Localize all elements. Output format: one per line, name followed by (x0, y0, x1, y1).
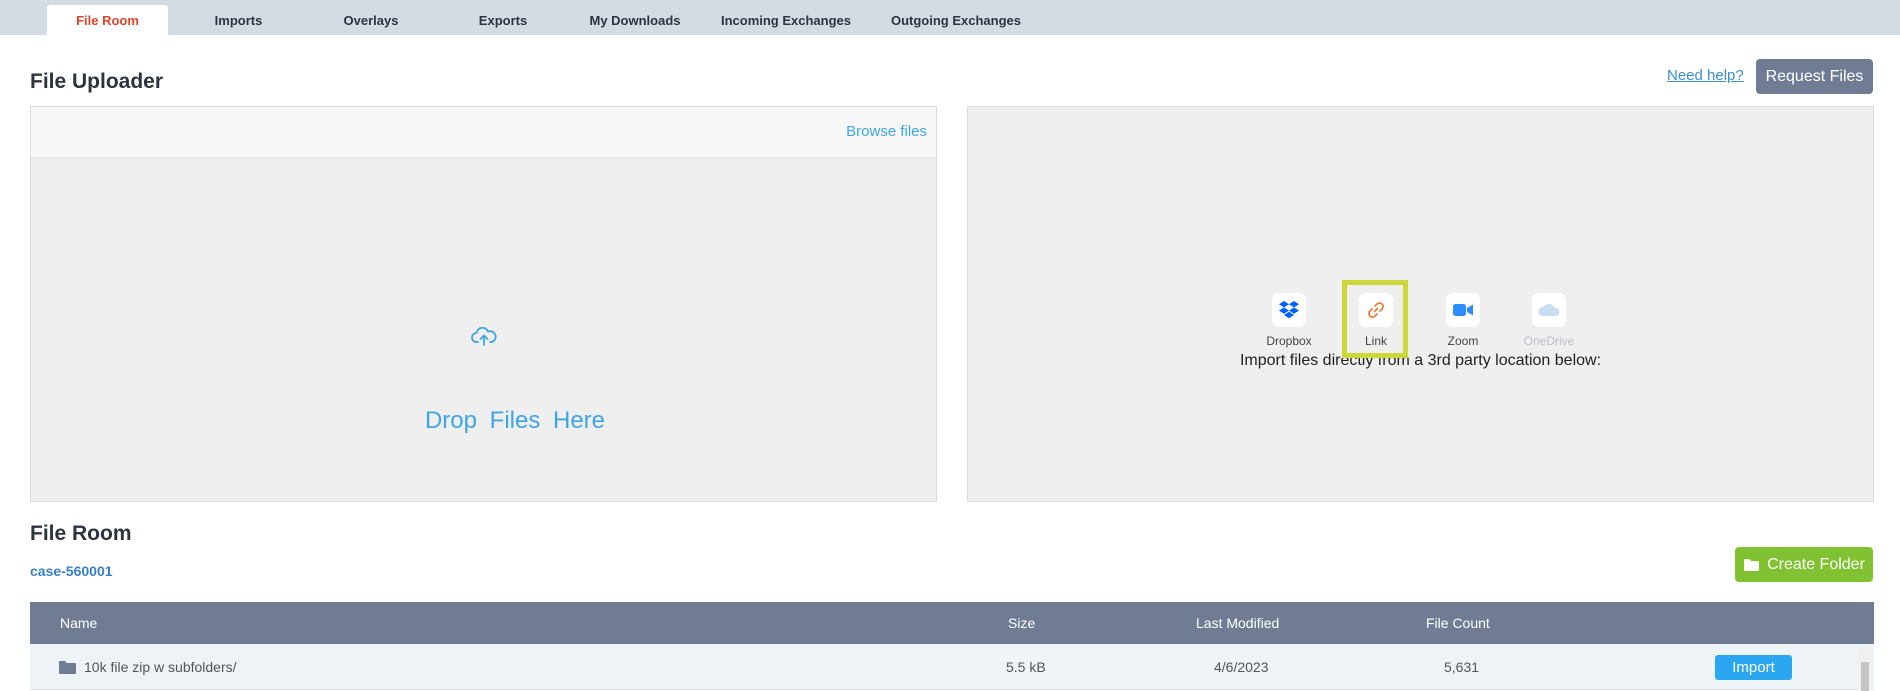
row-last-modified: 4/6/2023 (1214, 659, 1269, 675)
table-row[interactable]: 10k file zip w subfolders/ 5.5 kB 4/6/20… (30, 644, 1874, 691)
import-button[interactable]: Import (1715, 655, 1792, 680)
table-header: Name Size Last Modified File Count (30, 602, 1874, 644)
row-file-count: 5,631 (1444, 659, 1480, 675)
row-name[interactable]: 10k file zip w subfolders/ (84, 644, 237, 690)
file-drop-panel[interactable]: Browse files Drop Files Here (30, 106, 937, 502)
scrollbar-thumb[interactable] (1861, 662, 1869, 691)
link-source-highlight (1342, 280, 1408, 358)
tab-imports[interactable]: Imports (183, 5, 294, 35)
tab-bar: File Room Imports Overlays Exports My Do… (0, 0, 1900, 35)
create-folder-button[interactable]: Create Folder (1735, 547, 1873, 582)
tab-file-room[interactable]: File Room (47, 5, 168, 35)
column-last-modified[interactable]: Last Modified (1196, 602, 1279, 644)
folder-icon (1744, 558, 1760, 571)
tab-my-downloads[interactable]: My Downloads (580, 5, 690, 35)
create-folder-label: Create Folder (1767, 555, 1865, 573)
drop-files-label: Drop Files Here (424, 407, 606, 434)
folder-icon (59, 660, 76, 674)
tab-overlays[interactable]: Overlays (316, 5, 426, 35)
onedrive-label: OneDrive (1523, 334, 1575, 348)
source-dropbox[interactable]: Dropbox (1254, 293, 1324, 348)
tab-exports[interactable]: Exports (448, 5, 558, 35)
breadcrumb-case[interactable]: case-560001 (30, 563, 113, 579)
column-file-count[interactable]: File Count (1426, 602, 1490, 644)
uploader-title: File Uploader (30, 70, 164, 93)
column-name[interactable]: Name (60, 602, 97, 644)
need-help-link[interactable]: Need help? (1667, 67, 1744, 84)
column-size[interactable]: Size (1008, 602, 1035, 644)
source-zoom[interactable]: Zoom (1428, 293, 1498, 348)
third-party-import-panel: Import files directly from a 3rd party l… (967, 106, 1874, 502)
onedrive-icon (1532, 293, 1566, 327)
file-room-title: File Room (30, 522, 132, 545)
import-prompt: Import files directly from a 3rd party l… (1239, 352, 1602, 369)
dropbox-label: Dropbox (1266, 334, 1312, 348)
browse-files-link[interactable]: Browse files (846, 123, 927, 140)
zoom-icon (1446, 293, 1480, 327)
tab-incoming-exchanges[interactable]: Incoming Exchanges (712, 5, 860, 35)
tab-outgoing-exchanges[interactable]: Outgoing Exchanges (882, 5, 1030, 35)
zoom-label: Zoom (1447, 334, 1479, 348)
file-table: Name Size Last Modified File Count 10k f… (30, 602, 1874, 691)
row-size: 5.5 kB (1006, 659, 1046, 675)
uploader-toolbar: Browse files (31, 107, 936, 158)
row-folder-icon-wrap (58, 644, 77, 690)
request-files-button[interactable]: Request Files (1756, 59, 1873, 94)
dropbox-icon (1272, 293, 1306, 327)
table-scrollbar[interactable] (1858, 648, 1872, 691)
cloud-upload-icon (471, 326, 497, 346)
source-onedrive: OneDrive (1514, 293, 1584, 348)
